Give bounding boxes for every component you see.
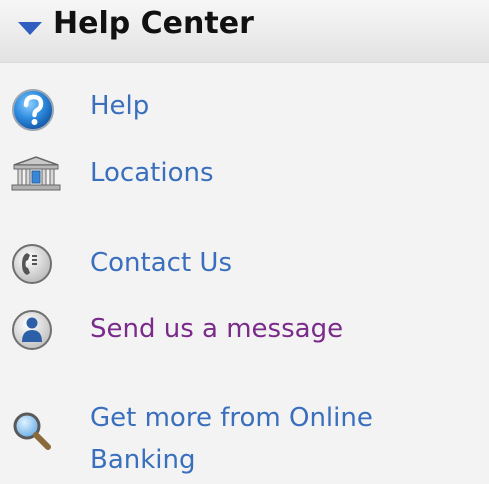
person-icon[interactable] (10, 308, 54, 352)
online-banking-link[interactable]: Get more from Online Banking (90, 397, 480, 481)
menu-item-contact-us[interactable]: Contact Us (0, 242, 489, 284)
menu-item-locations[interactable]: Locations (0, 152, 489, 194)
phone-icon[interactable] (10, 242, 54, 286)
locations-link[interactable]: Locations (90, 152, 214, 194)
menu-item-online-banking[interactable]: Get more from Online Banking (0, 397, 489, 481)
contact-us-link[interactable]: Contact Us (90, 242, 232, 284)
triangle-down-icon[interactable] (17, 19, 43, 37)
header-title: Help Center (53, 6, 254, 41)
help-link[interactable]: Help (90, 85, 149, 127)
send-message-link[interactable]: Send us a message (90, 308, 343, 350)
bank-building-icon[interactable] (10, 156, 62, 192)
question-icon[interactable] (10, 87, 56, 133)
help-center-panel: Help Center Help Locations Contact Us Se… (0, 0, 489, 484)
menu-item-help[interactable]: Help (0, 85, 489, 131)
help-center-header[interactable]: Help Center (0, 0, 489, 63)
menu-item-send-message[interactable]: Send us a message (0, 308, 489, 350)
magnifier-icon[interactable] (10, 409, 54, 453)
